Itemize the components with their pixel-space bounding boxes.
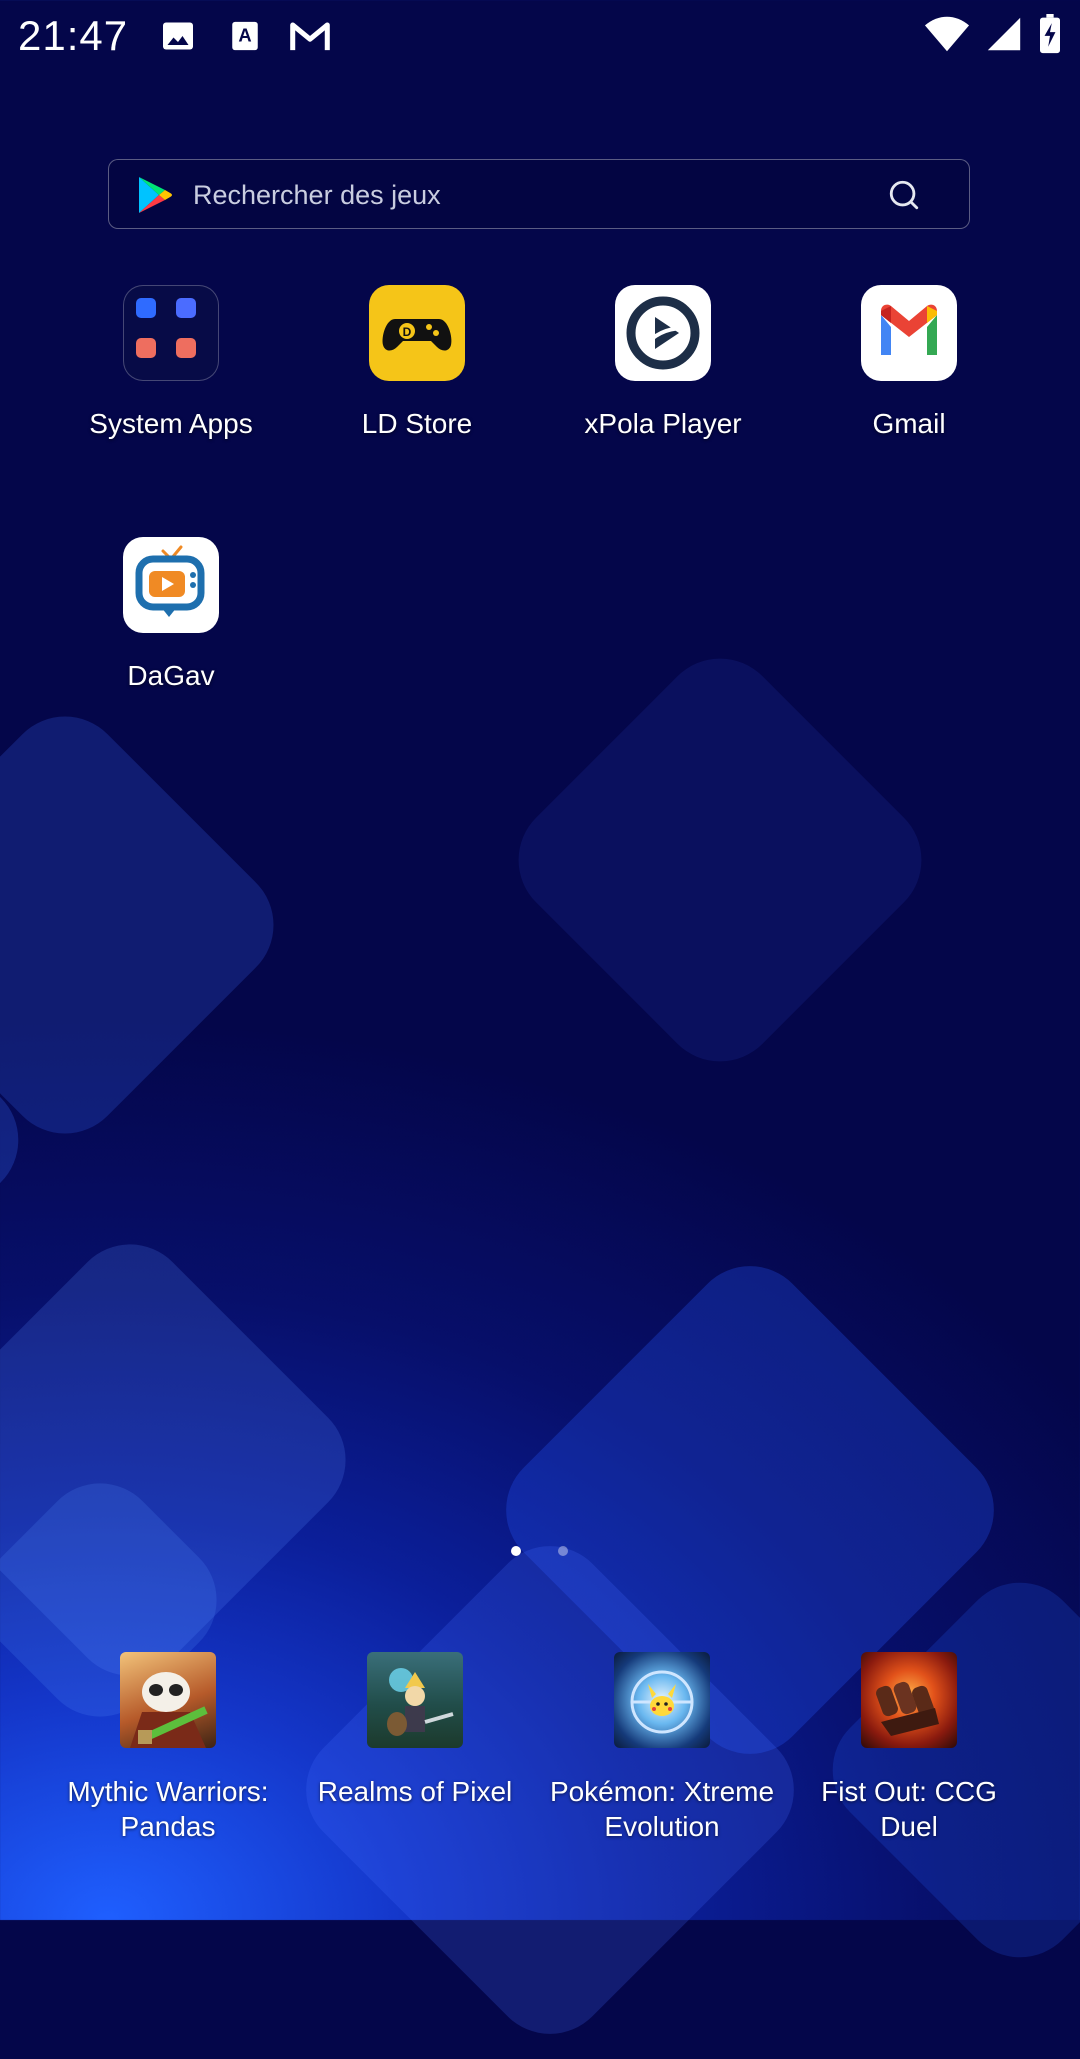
- app-label: Fist Out: CCG Duel: [821, 1776, 997, 1842]
- svg-text:D: D: [403, 325, 412, 339]
- background-shape: [493, 633, 947, 1087]
- gmail-app-icon: [861, 285, 957, 381]
- fist-out-icon: [861, 1652, 957, 1748]
- background-shape: [0, 691, 299, 1159]
- app-system-apps[interactable]: System Apps: [51, 285, 291, 441]
- status-bar: 21:47 A: [0, 0, 1080, 72]
- background-shape: [0, 1219, 371, 1701]
- dock-app-fist-out[interactable]: Fist Out: CCG Duel: [789, 1652, 1029, 1844]
- dock-app-realms-of-pixel[interactable]: Realms of Pixel: [295, 1652, 535, 1809]
- status-time: 21:47: [18, 12, 129, 59]
- app-dagav[interactable]: DaGav: [51, 537, 291, 693]
- page-indicator: [0, 1546, 1080, 1566]
- xpola-player-icon: [615, 285, 711, 381]
- app-label: xPola Player: [584, 408, 742, 439]
- app-label: Gmail: [872, 408, 946, 439]
- dock-app-pokemon-xtreme[interactable]: Pokémon: Xtreme Evolution: [542, 1652, 782, 1844]
- app-label: Pokémon: Xtreme Evolution: [549, 1776, 775, 1842]
- search-icon[interactable]: [887, 178, 921, 212]
- image-icon: [163, 22, 193, 50]
- app-label: System Apps: [89, 408, 253, 439]
- app-label: Realms of Pixel: [317, 1776, 513, 1807]
- dagav-icon: [123, 537, 219, 633]
- search-placeholder: Rechercher des jeux: [193, 180, 441, 210]
- app-xpola-player[interactable]: xPola Player: [543, 285, 783, 441]
- google-play-icon: [139, 177, 172, 213]
- play-search-bar[interactable]: Rechercher des jeux: [108, 159, 970, 229]
- app-gmail[interactable]: Gmail: [789, 285, 1029, 441]
- app-label: DaGav: [127, 660, 215, 691]
- app-ld-store[interactable]: D LD Store: [297, 285, 537, 441]
- page-dot[interactable]: [558, 1546, 568, 1556]
- ld-store-icon: D: [369, 285, 465, 381]
- gmail-icon: [290, 22, 330, 51]
- page-dot-active[interactable]: [511, 1546, 521, 1556]
- background-shape: [0, 1026, 44, 1254]
- app-label: Mythic Warriors: Pandas: [67, 1776, 269, 1842]
- signal-icon: [987, 17, 1021, 51]
- realms-of-pixel-icon: [367, 1652, 463, 1748]
- text-a-icon: A: [232, 21, 258, 51]
- app-label: LD Store: [361, 408, 473, 439]
- battery-charging-icon: [1040, 14, 1060, 54]
- wifi-icon: [924, 16, 970, 52]
- svg-text:A: A: [238, 25, 251, 46]
- mythic-warriors-icon: [120, 1652, 216, 1748]
- dock-app-mythic-warriors[interactable]: Mythic Warriors: Pandas: [48, 1652, 288, 1844]
- system-apps-folder-icon: [123, 285, 219, 381]
- pokemon-xtreme-icon: [614, 1652, 710, 1748]
